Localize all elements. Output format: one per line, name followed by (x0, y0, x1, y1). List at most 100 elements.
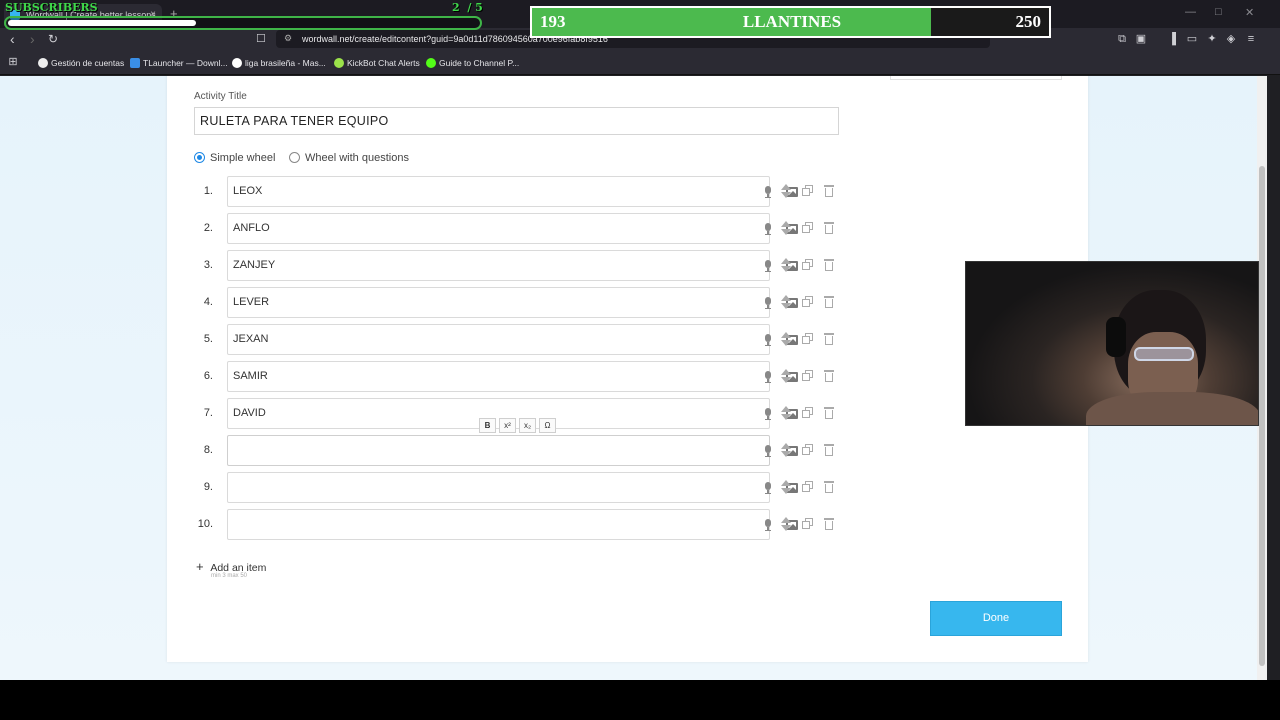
back-icon[interactable]: ‹ (10, 30, 15, 48)
duplicate-icon[interactable] (802, 407, 813, 418)
item-text: ZANJEY (233, 259, 276, 271)
trash-icon[interactable] (824, 221, 834, 234)
shield-icon[interactable]: ◈ (1224, 32, 1238, 46)
maximize-icon[interactable]: □ (1215, 6, 1222, 18)
item-number: 2. (203, 222, 213, 234)
bookmark-label: KickBot Chat Alerts (347, 58, 420, 68)
bookmark-liga-brasilena[interactable]: liga brasileña - Mas... (232, 56, 326, 70)
trash-icon[interactable] (824, 406, 834, 419)
ai-icon[interactable]: ✦ (1205, 32, 1219, 46)
duplicate-icon[interactable] (802, 222, 813, 233)
duplicate-icon[interactable] (802, 185, 813, 196)
trash-icon[interactable] (824, 295, 834, 308)
bookmark-icon[interactable]: ☐ (256, 30, 266, 48)
scrollbar-thumb[interactable] (1259, 166, 1265, 666)
duplicate-icon[interactable] (802, 333, 813, 344)
microphone-icon[interactable] (762, 297, 774, 309)
reorder-icon[interactable] (781, 478, 791, 496)
reorder-icon[interactable] (781, 441, 791, 459)
reorder-icon[interactable] (781, 367, 791, 385)
reorder-icon[interactable] (781, 330, 791, 348)
sidebar-icon[interactable]: ▐ (1165, 32, 1179, 46)
item-text: DAVID (233, 407, 266, 419)
duplicate-icon[interactable] (802, 259, 813, 270)
microphone-icon[interactable] (762, 519, 774, 531)
screen: Wordwall | Create better lessons × + — □… (0, 0, 1280, 720)
reload-icon[interactable]: ↻ (48, 30, 58, 48)
subscript-button[interactable]: x₂ (519, 418, 536, 433)
list-item: 7. DAVID (192, 398, 842, 429)
menu-icon[interactable]: ≡ (1244, 32, 1258, 46)
trash-icon[interactable] (824, 443, 834, 456)
microphone-icon[interactable] (762, 408, 774, 420)
goal-target: 250 (1015, 12, 1042, 31)
trash-icon[interactable] (824, 369, 834, 382)
reorder-icon[interactable] (781, 219, 791, 237)
item-number: 4. (203, 296, 213, 308)
item-input[interactable]: ZANJEY (227, 250, 798, 281)
add-item-button[interactable]: + Add an item (196, 559, 266, 574)
item-input[interactable]: LEOX (227, 176, 798, 207)
microphone-icon[interactable] (762, 223, 774, 235)
reorder-icon[interactable] (781, 256, 791, 274)
done-button[interactable]: Done (930, 601, 1062, 636)
item-input[interactable] (227, 509, 798, 540)
item-input[interactable]: JEXAN (227, 324, 798, 355)
microphone-icon[interactable] (762, 371, 774, 383)
close-window-icon[interactable]: ✕ (1245, 6, 1254, 19)
item-input[interactable]: LEVER (227, 287, 798, 318)
microphone-icon[interactable] (762, 445, 774, 457)
apps-grid-icon[interactable]: ⊞ (6, 55, 20, 69)
item-input[interactable]: SAMIR (227, 361, 798, 392)
bookmark-gestion-cuentas[interactable]: Gestión de cuentas (38, 56, 124, 70)
site-info-icon[interactable]: ⚙ (284, 33, 294, 43)
microphone-icon[interactable] (762, 482, 774, 494)
minimize-icon[interactable]: — (1185, 6, 1196, 18)
bookmark-label: Gestión de cuentas (51, 58, 125, 68)
activity-title-input[interactable]: RULETA PARA TENER EQUIPO (194, 107, 839, 135)
subscribers-current: 2 (452, 1, 460, 14)
duplicate-icon[interactable] (802, 518, 813, 529)
option-simple-wheel[interactable]: Simple wheel (194, 152, 275, 164)
duplicate-icon[interactable] (802, 370, 813, 381)
trash-icon[interactable] (824, 517, 834, 530)
reorder-icon[interactable] (781, 515, 791, 533)
list-item: 1. LEOX (192, 176, 842, 207)
list-item: 9. (192, 472, 842, 503)
duplicate-icon[interactable] (802, 444, 813, 455)
microphone-icon[interactable] (762, 186, 774, 198)
reorder-icon[interactable] (781, 293, 791, 311)
screenshot-icon[interactable]: ▣ (1134, 32, 1148, 46)
kickbot-icon (334, 58, 344, 68)
reorder-icon[interactable] (781, 404, 791, 422)
duplicate-icon[interactable] (802, 296, 813, 307)
bookmark-tlauncher[interactable]: TLauncher — Downl... (130, 56, 228, 70)
wallet-icon[interactable]: ▭ (1185, 32, 1199, 46)
option-label: Simple wheel (210, 152, 276, 164)
trash-icon[interactable] (824, 184, 834, 197)
trash-icon[interactable] (824, 332, 834, 345)
microphone-icon[interactable] (762, 260, 774, 272)
item-input[interactable] (227, 472, 798, 503)
list-item: 4. LEVER (192, 287, 842, 318)
duplicate-icon[interactable] (802, 481, 813, 492)
item-input[interactable] (227, 435, 798, 466)
reorder-icon[interactable] (781, 182, 791, 200)
extensions-icon[interactable]: ⧉ (1115, 32, 1129, 46)
forward-icon[interactable]: › (30, 30, 35, 48)
bookmark-kickbot[interactable]: KickBot Chat Alerts (334, 56, 420, 70)
kick-icon (426, 58, 436, 68)
trash-icon[interactable] (824, 258, 834, 271)
special-chars-button[interactable]: Ω (539, 418, 556, 433)
microphone-icon[interactable] (762, 334, 774, 346)
item-input[interactable]: ANFLO (227, 213, 798, 244)
trash-icon[interactable] (824, 480, 834, 493)
option-wheel-questions[interactable]: Wheel with questions (289, 152, 409, 164)
bookmark-guide-channel[interactable]: Guide to Channel P... (426, 56, 519, 70)
bold-button[interactable]: B (479, 418, 496, 433)
superscript-button[interactable]: x² (499, 418, 516, 433)
radio-unchecked-icon[interactable] (289, 152, 300, 163)
radio-checked-icon[interactable] (194, 152, 205, 163)
option-label: Wheel with questions (305, 152, 409, 164)
item-number: 3. (203, 259, 213, 271)
